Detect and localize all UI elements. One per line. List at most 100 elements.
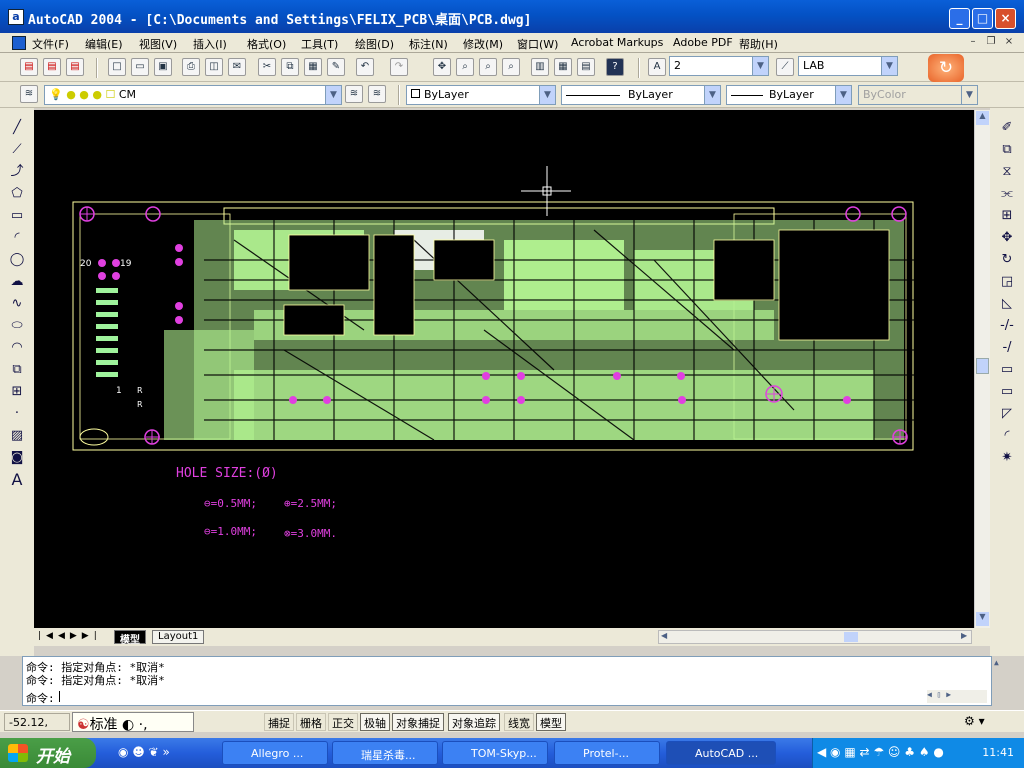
point-icon[interactable]: · [6, 404, 28, 424]
command-window[interactable]: 命令: 指定对角点: *取消* 命令: 指定对角点: *取消* 命令: ◀ ▯ … [22, 656, 999, 706]
mirror-icon[interactable]: ⧖ [996, 162, 1018, 182]
paste-icon[interactable]: ▦ [304, 58, 322, 76]
break-at-point-icon[interactable]: ▭ [996, 360, 1018, 380]
make-current-layer-icon[interactable]: ≋ [345, 85, 363, 103]
lineweight-toggle[interactable]: 线宽 [504, 713, 534, 731]
chamfer-icon[interactable]: ◸ [996, 404, 1018, 424]
task-protel[interactable]: Protel-... [554, 741, 660, 765]
open-icon[interactable]: ▭ [131, 58, 149, 76]
mdi-restore-button[interactable]: ❐ [984, 35, 998, 49]
layer-manager-icon[interactable]: ≋ [20, 85, 38, 103]
move-icon[interactable]: ✥ [996, 228, 1018, 248]
break-icon[interactable]: ▭ [996, 382, 1018, 402]
preview-icon[interactable]: ◫ [205, 58, 223, 76]
menu-dimension[interactable]: 标注(N) [409, 36, 448, 52]
scroll-up-icon[interactable]: ▲ [994, 658, 999, 667]
tab-nav-arrows-icon[interactable]: |◀◀▶▶| [38, 631, 102, 641]
tab-layout1[interactable]: Layout1 [152, 630, 205, 644]
make-block-icon[interactable]: ⊞ [6, 382, 28, 402]
menu-window[interactable]: 窗口(W) [517, 36, 558, 52]
pan-icon[interactable]: ✥ [433, 58, 451, 76]
polyline-icon[interactable]: ⤴ [6, 162, 28, 182]
minimize-button[interactable]: _ [949, 8, 970, 29]
menu-format[interactable]: 格式(O) [247, 36, 286, 52]
pdf-icon[interactable]: ▤ [20, 58, 38, 76]
print-icon[interactable]: ⎙ [182, 58, 200, 76]
vertical-scrollbar[interactable]: ▲ ▼ [974, 110, 990, 628]
task-autocad[interactable]: AutoCAD ... [666, 741, 776, 765]
ortho-toggle[interactable]: 正交 [328, 713, 358, 731]
erase-icon[interactable]: ✐ [996, 118, 1018, 138]
save-icon[interactable]: ▣ [154, 58, 172, 76]
quick-launch-icons[interactable]: ◉ ☻ ❦ » [118, 745, 170, 759]
pdf-icon[interactable]: ▤ [66, 58, 84, 76]
array-icon[interactable]: ⊞ [996, 206, 1018, 226]
dimension-style-combo[interactable]: LAB ▼ [798, 56, 898, 76]
scroll-right-icon[interactable]: ▶ [961, 631, 967, 640]
cut-icon[interactable]: ✂ [258, 58, 276, 76]
zoom-window-icon[interactable]: ⌕ [479, 58, 497, 76]
task-rising-antivirus[interactable]: 瑞星杀毒... [332, 741, 438, 765]
close-button[interactable]: × [995, 8, 1016, 29]
menu-adobe-pdf[interactable]: Adobe PDF [673, 36, 733, 49]
task-tom-skype[interactable]: TOM-Skyp... [442, 741, 548, 765]
refresh-logo-icon[interactable]: ↻ [928, 54, 964, 82]
menu-edit[interactable]: 编辑(E) [85, 36, 123, 52]
linetype-combo[interactable]: ByLayer ▼ [561, 85, 721, 105]
menu-draw[interactable]: 绘图(D) [355, 36, 394, 52]
copy-object-icon[interactable]: ⧉ [996, 140, 1018, 160]
zoom-previous-icon[interactable]: ⌕ [502, 58, 520, 76]
scroll-thumb[interactable] [976, 358, 989, 374]
ime-toolbar[interactable]: ☯标准 ◐ ·, [72, 712, 194, 733]
osnap-toggle[interactable]: 对象捕捉 [392, 713, 444, 731]
command-scroll-icon[interactable]: ◀ ▯ ▶ [927, 690, 987, 703]
polar-toggle[interactable]: 极轴 [360, 713, 390, 731]
ellipse-arc-icon[interactable]: ◠ [6, 338, 28, 358]
trim-icon[interactable]: -/- [996, 316, 1018, 336]
scroll-down-icon[interactable]: ▼ [976, 612, 989, 626]
task-allegro[interactable]: Allegro ... [222, 741, 328, 765]
horizontal-scrollbar[interactable]: ◀ ▶ [658, 630, 972, 644]
start-button[interactable]: 开始 [0, 738, 96, 768]
fillet-icon[interactable]: ◜ [996, 426, 1018, 446]
construction-line-icon[interactable]: ⟋ [6, 140, 28, 160]
extend-icon[interactable]: -/ [996, 338, 1018, 358]
color-combo[interactable]: ByLayer ▼ [406, 85, 556, 105]
layer-combo[interactable]: 💡 ● ● ● ☐ CM ▼ [44, 85, 342, 105]
help-icon[interactable]: ? [606, 58, 624, 76]
hatch-icon[interactable]: ▨ [6, 426, 28, 446]
grid-toggle[interactable]: 栅格 [296, 713, 326, 731]
menu-insert[interactable]: 插入(I) [193, 36, 227, 52]
mdi-minimize-button[interactable]: – [966, 35, 980, 49]
model-toggle[interactable]: 模型 [536, 713, 566, 731]
stretch-icon[interactable]: ◺ [996, 294, 1018, 314]
dimension-style-icon[interactable]: ⟋ [776, 58, 794, 76]
line-icon[interactable]: ╱ [6, 118, 28, 138]
spline-icon[interactable]: ∿ [6, 294, 28, 314]
arc-icon[interactable]: ◜ [6, 228, 28, 248]
layer-previous-icon[interactable]: ≋ [368, 85, 386, 103]
region-icon[interactable]: ◙ [6, 448, 28, 468]
rectangle-icon[interactable]: ▭ [6, 206, 28, 226]
polygon-icon[interactable]: ⬠ [6, 184, 28, 204]
properties-icon[interactable]: ▥ [531, 58, 549, 76]
title-bar[interactable]: a AutoCAD 2004 - [C:\Documents and Setti… [0, 0, 1024, 34]
copy-icon[interactable]: ⧉ [281, 58, 299, 76]
text-style-icon[interactable]: A [648, 58, 666, 76]
rotate-icon[interactable]: ↻ [996, 250, 1018, 270]
revision-cloud-icon[interactable]: ☁ [6, 272, 28, 292]
new-icon[interactable]: □ [108, 58, 126, 76]
maximize-button[interactable]: □ [972, 8, 993, 29]
explode-icon[interactable]: ✷ [996, 448, 1018, 468]
autocad-app-icon[interactable]: a [8, 9, 24, 25]
text-height-combo[interactable]: 2 ▼ [669, 56, 769, 76]
tray-icons[interactable]: ◀ ◉ ▦ ⇄ ☂ ☺ ♣ ♠ ● [817, 745, 944, 759]
pdf-icon[interactable]: ▤ [43, 58, 61, 76]
menu-modify[interactable]: 修改(M) [463, 36, 503, 52]
document-icon[interactable] [12, 36, 26, 50]
scroll-thumb[interactable] [844, 632, 858, 642]
menu-file[interactable]: 文件(F) [32, 36, 69, 52]
menu-view[interactable]: 视图(V) [139, 36, 177, 52]
undo-icon[interactable]: ↶ [356, 58, 374, 76]
scroll-up-icon[interactable]: ▲ [976, 111, 989, 125]
